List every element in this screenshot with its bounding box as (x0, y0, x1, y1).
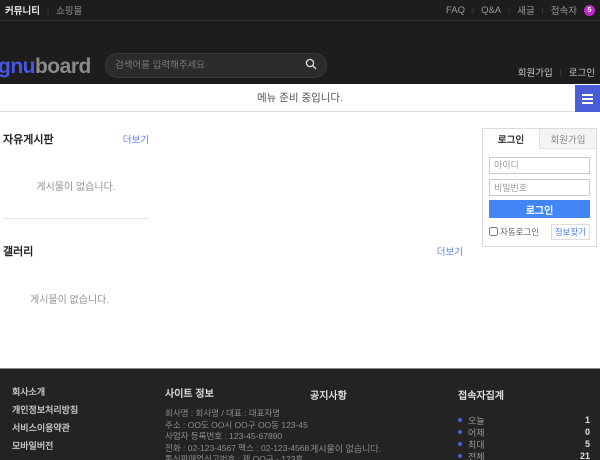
search-input[interactable] (115, 60, 305, 71)
all-menu-button[interactable] (575, 85, 600, 112)
visitor-stat-row-yesterday: 어제 0 (458, 426, 590, 438)
bullet-icon (458, 454, 462, 458)
notice-empty-message: 게시물이 없습니다. (310, 442, 381, 455)
separator (560, 67, 562, 78)
login-widget: 로그인 회원가입 로그인 자동로그인 정보찾기 (482, 128, 597, 247)
visitor-stat-value: 1 (585, 415, 590, 425)
footer-site-info: 사이트 정보 회사명 : 회사명 / 대표 : 대표자명 주소 : OO도 OO… (165, 385, 309, 460)
section-title-free-board: 자유게시판 (3, 131, 54, 147)
separator (508, 5, 510, 16)
footer-visitor-stats: 접속자집계 오늘 1 어제 0 최대 5 전체 21 (458, 387, 590, 460)
main-content: 자유게시판 더보기 게시물이 없습니다. 갤러리 더보기 게시물이 없습니다. … (0, 112, 600, 368)
logo-text-board: board (35, 55, 91, 78)
site-header: gnuboard 회원가입 로그인 (0, 20, 600, 84)
find-info-link[interactable]: 정보찾기 (551, 224, 590, 240)
footer-links: 회사소개 개인정보처리방침 서비스이용약관 모바일버전 (12, 385, 78, 457)
section-title-gallery: 갤러리 (3, 243, 33, 259)
empty-message-gallery: 게시물이 없습니다. (30, 291, 463, 306)
footer-notice: 공지사항 게시물이 없습니다. (310, 387, 381, 455)
site-info-phone-line: 전화 : 02-123-4567 팩스 : 02-123-4568 (165, 443, 309, 455)
auto-login-checkbox[interactable] (489, 227, 498, 236)
visitor-stat-row-max: 최대 5 (458, 438, 590, 450)
header-link-login[interactable]: 로그인 (569, 65, 595, 79)
menu-bar: 메뉴 준비 중입니다. (0, 84, 600, 112)
latest-board-widget-free: 자유게시판 더보기 게시물이 없습니다. (3, 112, 149, 219)
visitor-count-badge: 5 (584, 5, 595, 16)
search-button[interactable] (305, 58, 317, 73)
visitor-stat-value: 0 (585, 427, 590, 437)
visitor-stat-row-total: 전체 21 (458, 450, 590, 460)
search-icon (305, 58, 317, 73)
auto-login-label: 자동로그인 (500, 226, 539, 238)
bullet-icon (458, 430, 462, 434)
header-link-signup[interactable]: 회원가입 (518, 65, 553, 79)
menu-placeholder-text: 메뉴 준비 중입니다. (257, 90, 343, 105)
topbar-link-new-posts[interactable]: 새글 (517, 3, 534, 17)
site-info-title: 사이트 정보 (165, 385, 309, 400)
more-link-gallery[interactable]: 더보기 (437, 244, 463, 258)
footer-link-company[interactable]: 회사소개 (12, 385, 78, 398)
visitor-stat-label: 전체 (468, 450, 485, 460)
site-info-address-line: 주소 : OO도 OO시 OO구 OO동 123-45 (165, 420, 309, 432)
topbar-right-links: FAQ Q&A 새글 접속자 5 (446, 3, 595, 17)
tab-signup[interactable]: 회원가입 (539, 129, 596, 149)
topbar-link-shop[interactable]: 쇼핑몰 (56, 3, 82, 17)
login-password-field[interactable] (489, 179, 590, 196)
footer-link-mobile[interactable]: 모바일버전 (12, 439, 78, 452)
bullet-icon (458, 442, 462, 446)
latest-board-widget-gallery: 갤러리 더보기 게시물이 없습니다. (3, 219, 463, 306)
notice-title: 공지사항 (310, 387, 381, 402)
topbar-link-faq[interactable]: FAQ (446, 5, 465, 16)
site-footer: 회사소개 개인정보처리방침 서비스이용약관 모바일버전 사이트 정보 회사명 :… (0, 368, 600, 460)
logo-text-gnu: gnu (0, 55, 35, 78)
visitor-stat-value: 21 (580, 451, 590, 460)
topbar-link-community[interactable]: 커뮤니티 (5, 3, 40, 17)
site-info-company-line: 회사명 : 회사명 / 대표 : 대표자명 (165, 408, 309, 420)
visitor-stats-title: 접속자집계 (458, 387, 590, 402)
empty-message-free-board: 게시물이 없습니다. (3, 178, 149, 193)
topbar-link-qna[interactable]: Q&A (481, 5, 501, 16)
separator (47, 5, 49, 16)
footer-link-terms[interactable]: 서비스이용약관 (12, 421, 78, 434)
separator (542, 5, 544, 16)
login-widget-tabs: 로그인 회원가입 (483, 129, 596, 149)
site-logo[interactable]: gnuboard (0, 55, 91, 79)
tab-login[interactable]: 로그인 (483, 129, 539, 149)
footer-link-privacy[interactable]: 개인정보처리방침 (12, 403, 78, 416)
header-member-links: 회원가입 로그인 (518, 65, 595, 79)
visitor-stat-row-today: 오늘 1 (458, 414, 590, 426)
visitor-stat-value: 5 (585, 439, 590, 449)
site-info-ecommerce-number-line: 통신판매업신고번호 : 제 OO구 - 123호 (165, 454, 309, 460)
bullet-icon (458, 418, 462, 422)
top-utility-bar: 커뮤니티 쇼핑몰 FAQ Q&A 새글 접속자 5 (0, 0, 600, 20)
hamburger-icon (582, 94, 593, 104)
search-bar (105, 53, 327, 78)
login-submit-button[interactable]: 로그인 (489, 200, 590, 218)
login-id-field[interactable] (489, 157, 590, 174)
site-info-business-number-line: 사업자 등록번호 : 123-45-67890 (165, 431, 309, 443)
more-link-free-board[interactable]: 더보기 (123, 132, 149, 146)
topbar-link-visitors[interactable]: 접속자 (551, 3, 577, 17)
auto-login-option: 자동로그인 (489, 226, 539, 238)
separator (472, 5, 474, 16)
